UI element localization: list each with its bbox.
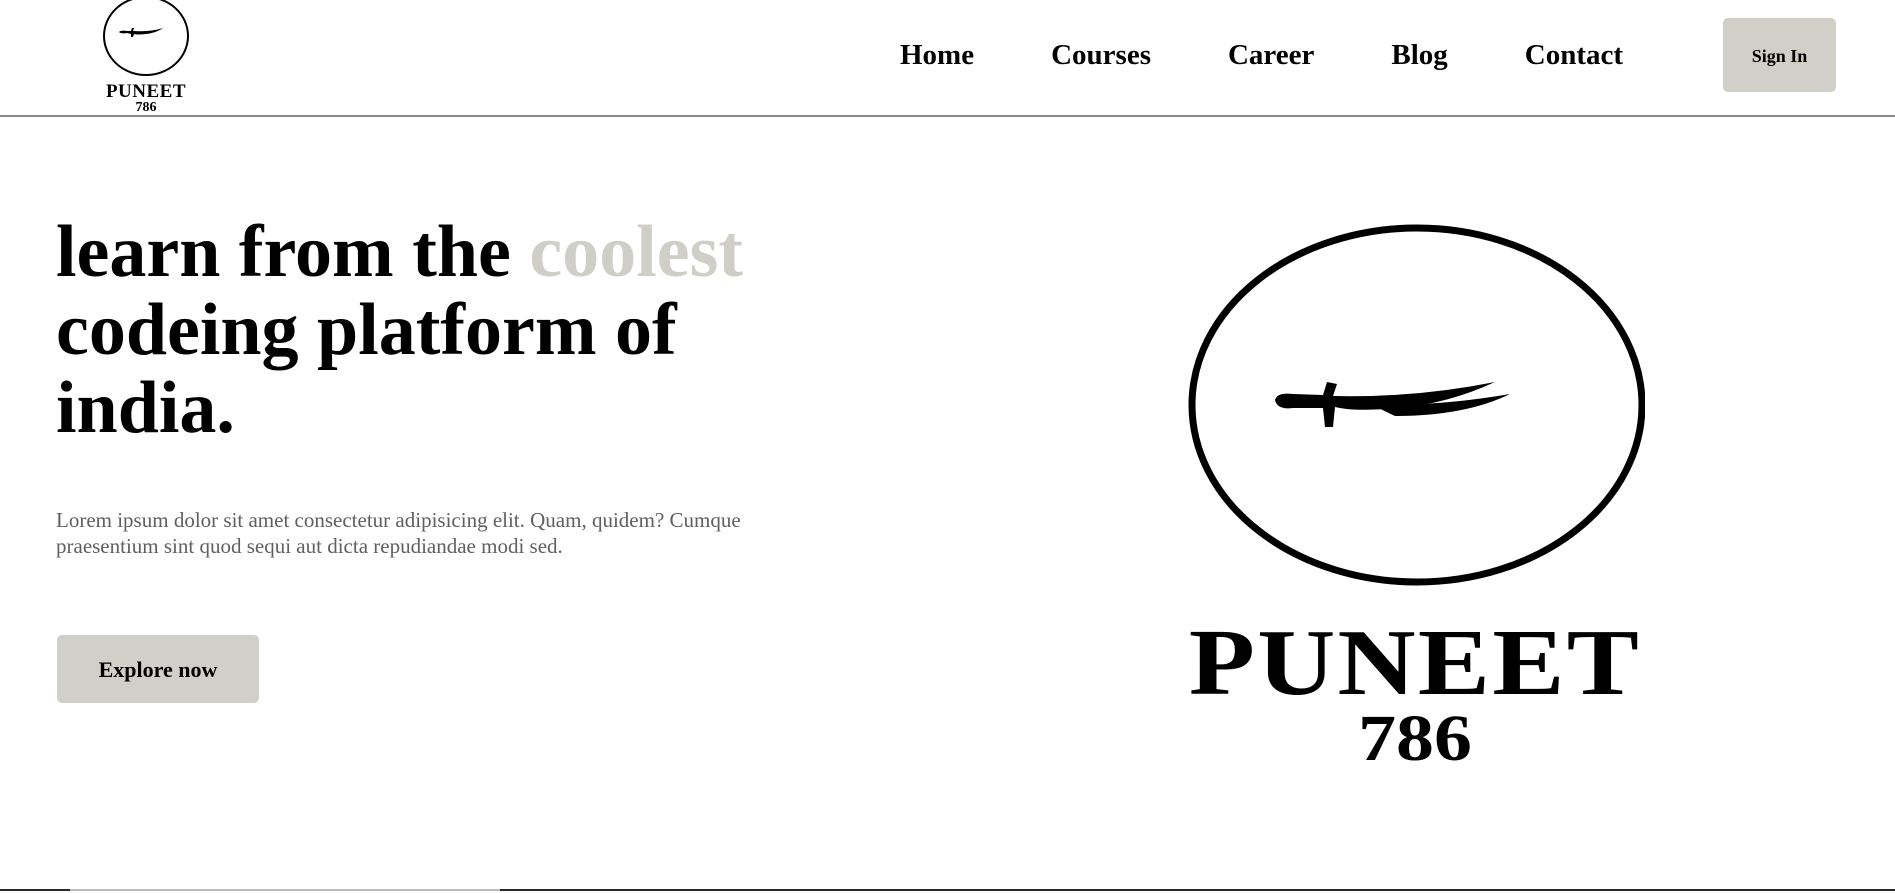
nav-contact[interactable]: Contact [1525, 36, 1623, 74]
sword-icon [103, 0, 189, 76]
hero-logo: PUNEET 786 [1185, 222, 1645, 772]
header-logo-number: 786 [135, 100, 157, 115]
hero-title-part2: codeing platform of india. [56, 289, 677, 449]
bottom-divider [0, 889, 1895, 891]
hero-title-part1: learn from the [56, 211, 530, 293]
hero-title-accent: coolest [529, 211, 744, 293]
hero-title: learn from the coolest codeing platform … [56, 213, 856, 447]
site-header: PUNEET 786 Home Courses Career Blog Cont… [0, 0, 1895, 117]
hero-description: Lorem ipsum dolor sit amet consectetur a… [56, 508, 741, 558]
scrollbar-thumb[interactable] [70, 889, 500, 891]
nav-blog[interactable]: Blog [1391, 36, 1447, 74]
sword-icon [1188, 224, 1645, 586]
nav-courses[interactable]: Courses [1051, 36, 1151, 74]
header-logo[interactable]: PUNEET 786 [98, 0, 194, 118]
page: PUNEET 786 Home Courses Career Blog Cont… [0, 0, 1895, 893]
sign-in-button[interactable]: Sign In [1723, 18, 1836, 92]
nav-home[interactable]: Home [900, 36, 974, 74]
nav-career[interactable]: Career [1228, 36, 1314, 74]
explore-now-button[interactable]: Explore now [57, 635, 259, 703]
hero-logo-brand: PUNEET [1188, 611, 1642, 715]
hero-logo-number: 786 [1358, 702, 1472, 775]
main-nav: Home Courses Career Blog Contact [900, 36, 1623, 74]
header-logo-brand: PUNEET [105, 81, 187, 102]
